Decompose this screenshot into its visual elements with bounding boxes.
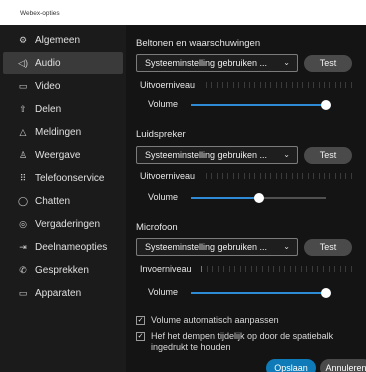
share-icon: ⇧ [19,103,27,114]
ringtones-title: Beltonen en waarschuwingen [136,38,261,49]
meetings-icon: ◎ [19,218,27,229]
sidebar-item-chatten[interactable]: ◯ Chatten [3,190,123,212]
sidebar-item-apparaten[interactable]: ▭ Apparaten [3,282,123,304]
ringtones-level-label: Uitvoerniveau [140,80,196,90]
sidebar-item-label: Chatten [35,195,71,207]
speaker-icon: ◁) [18,57,28,68]
microphone-level-meter [201,266,352,272]
join-icon: ⇥ [19,241,27,252]
window-title: Webex-opties [20,10,60,17]
ringtones-test-button[interactable]: Test [304,55,352,72]
hold-to-unmute-checkbox[interactable]: ✓ Hef het dempen tijdelijk op door de sp… [136,331,356,353]
microphone-device-select[interactable]: Systeeminstelling gebruiken ... ⌄ [136,238,298,256]
sidebar-item-label: Deelnameopties [35,241,108,253]
sidebar-item-label: Gesprekken [35,264,89,276]
slider-thumb[interactable] [321,288,331,298]
slider-thumb[interactable] [253,193,264,203]
sidebar-item-delen[interactable]: ⇧ Delen [3,98,123,120]
chevron-down-icon: ⌄ [283,242,290,251]
chevron-down-icon: ⌄ [283,150,290,159]
microphone-test-button[interactable]: Test [304,239,352,256]
sidebar-item-label: Vergaderingen [35,218,101,230]
ringtones-device-select[interactable]: Systeeminstelling gebruiken ... ⌄ [136,54,298,72]
speaker-volume-label: Volume [148,192,179,202]
sidebar-item-deelnameopties[interactable]: ⇥ Deelnameopties [3,236,123,258]
audio-settings-panel: Beltonen en waarschuwingen Systeeminstel… [126,25,366,372]
chat-icon: ◯ [17,195,29,206]
brush-icon: ♙ [18,149,28,160]
sidebar-item-label: Audio [35,57,61,69]
speaker-level-meter [206,173,352,179]
sidebar-item-label: Video [35,80,61,92]
microphone-volume-label: Volume [148,287,179,297]
slider-thumb[interactable] [321,100,331,110]
sidebar-item-label: Weergave [35,149,81,161]
speaker-test-button[interactable]: Test [304,147,352,164]
ringtones-volume-label: Volume [148,99,179,109]
gear-icon: ⚙ [18,34,28,45]
checkbox-check-icon[interactable]: ✓ [136,316,145,325]
sidebar-item-telefoonservice[interactable]: ⠿ Telefoonservice [3,167,123,189]
sidebar-item-label: Meldingen [35,126,82,138]
settings-sidebar: ⚙ Algemeen ◁) Audio ▭ Video ⇧ Delen △ Meldingen ♙ W… [0,25,126,372]
chevron-down-icon: ⌄ [283,58,290,67]
sidebar-item-algemeen[interactable]: ⚙ Algemeen [3,29,123,51]
speaker-level-label: Uitvoerniveau [140,171,196,181]
sidebar-item-label: Algemeen [35,34,81,46]
microphone-title: Microfoon [136,222,178,233]
auto-volume-label: Volume automatisch aanpassen [151,315,279,325]
phone-icon: ✆ [19,264,27,275]
hold-to-unmute-label: Hef het dempen tijdelijk op door de spat… [151,331,334,352]
microphone-volume-slider[interactable] [191,288,331,298]
cancel-button[interactable]: Annuleren [320,359,366,372]
speaker-device-value: Systeeminstelling gebruiken ... [145,150,268,160]
speaker-title: Luidspreker [136,129,186,140]
auto-volume-checkbox[interactable]: ✓ Volume automatisch aanpassen [136,315,356,326]
ringtones-volume-slider[interactable] [191,100,331,110]
camera-icon: ▭ [18,80,28,91]
sidebar-item-video[interactable]: ▭ Video [3,75,123,97]
dialpad-icon: ⠿ [19,172,27,183]
sidebar-item-meldingen[interactable]: △ Meldingen [3,121,123,143]
sidebar-item-label: Telefoonservice [35,172,105,184]
microphone-level-label: Invoerniveau [140,264,192,274]
bell-icon: △ [19,126,27,137]
speaker-device-select[interactable]: Systeeminstelling gebruiken ... ⌄ [136,146,298,164]
sidebar-item-label: Delen [35,103,62,115]
window-titlebar: Webex-opties [0,0,366,25]
ringtones-level-meter [206,82,352,88]
save-button[interactable]: Opslaan [266,359,316,372]
checkbox-check-icon[interactable]: ✓ [136,332,145,341]
sidebar-item-label: Apparaten [35,287,82,299]
speaker-volume-slider[interactable] [191,193,326,203]
device-icon: ▭ [18,287,28,298]
sidebar-item-gesprekken[interactable]: ✆ Gesprekken [3,259,123,281]
sidebar-item-weergave[interactable]: ♙ Weergave [3,144,123,166]
microphone-device-value: Systeeminstelling gebruiken ... [145,242,268,252]
sidebar-item-audio[interactable]: ◁) Audio [3,52,123,74]
ringtones-device-value: Systeeminstelling gebruiken ... [145,58,268,68]
sidebar-item-vergaderingen[interactable]: ◎ Vergaderingen [3,213,123,235]
